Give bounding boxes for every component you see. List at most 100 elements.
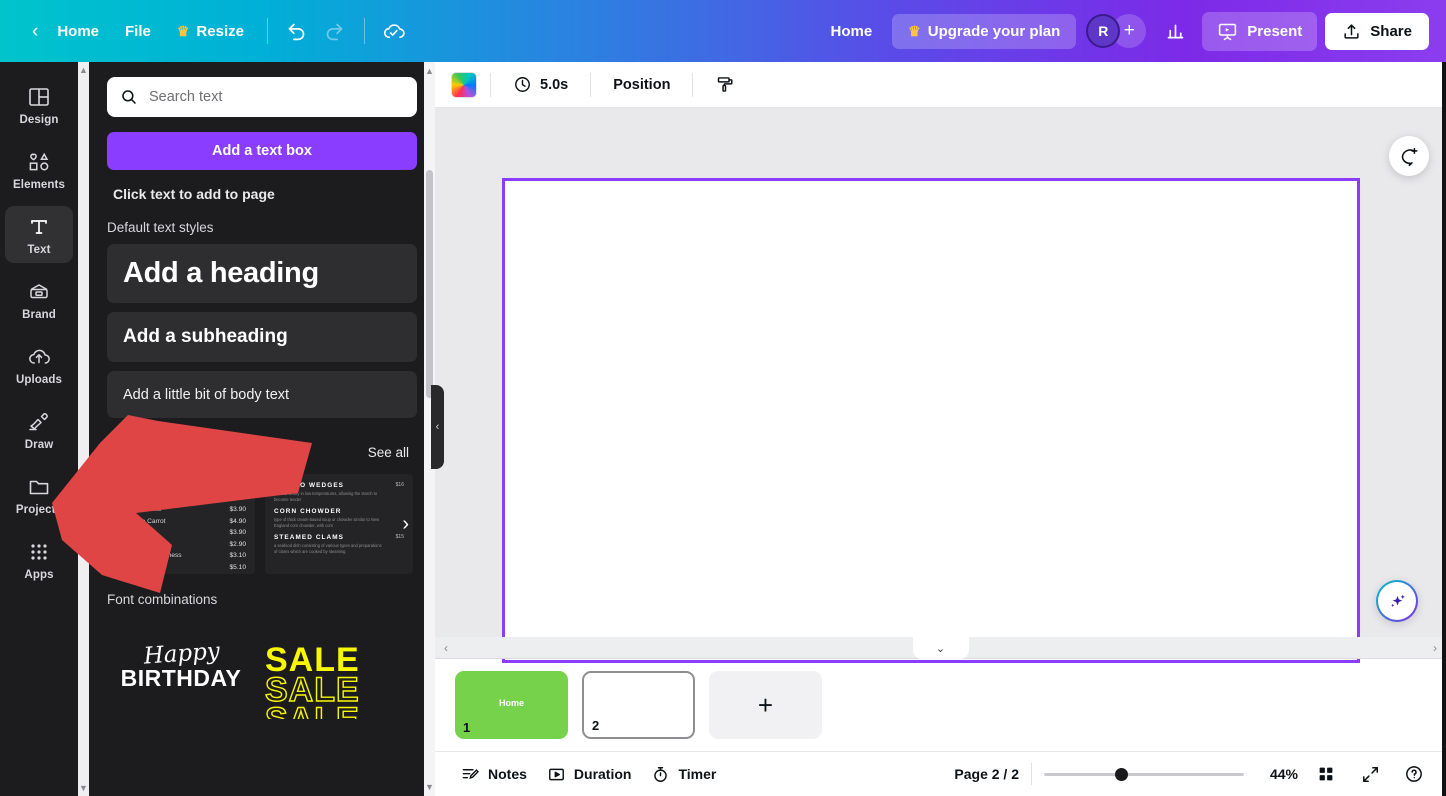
grid-view-button[interactable] [1310, 758, 1342, 790]
sidebar-item-draw[interactable]: Draw [5, 401, 73, 458]
font-combo-sale-line1: SALE [265, 641, 360, 679]
sidebar-label-draw: Draw [24, 439, 54, 451]
chevron-right-icon[interactable]: › [402, 514, 409, 534]
sidebar-label-design: Design [19, 114, 59, 126]
play-box-icon [548, 768, 564, 780]
page-thumbnail-2[interactable]: 2 [582, 671, 695, 739]
notes-label: Notes [488, 766, 527, 782]
font-combo-birthday[interactable]: Happy BIRTHDAY [107, 619, 255, 719]
page-thumbnail-strip: Home 1 2 + [435, 659, 1446, 751]
file-menu-button[interactable]: File [112, 16, 164, 47]
duration-bottom-button[interactable]: Duration [537, 759, 642, 790]
chevron-left-icon: ‹ [435, 421, 440, 433]
brand-wallet-icon [30, 284, 48, 299]
crown-icon: ♛ [176, 23, 190, 39]
thumb2-name: STEAMED CLAMS [274, 534, 345, 541]
template-thumbnail-bestsellers[interactable]: BEST-SELLERS Pineapple Lime $3.90 Pineapp… [107, 474, 255, 574]
add-page-button[interactable]: + [709, 671, 822, 739]
page-strip-collapse-tab[interactable]: ⌄ [912, 637, 969, 659]
duration-button[interactable]: 5.0s [504, 69, 577, 100]
sidebar-item-text[interactable]: Text [5, 206, 73, 263]
resize-menu-button[interactable]: ♛ Resize [164, 16, 257, 47]
rail-scroll-down-icon[interactable]: ▼ [79, 783, 88, 793]
style-card-heading[interactable]: Add a heading [107, 244, 417, 303]
style-label-body: Add a little bit of body text [123, 386, 290, 403]
rainbow-color-swatch[interactable] [451, 71, 477, 98]
page-prev-icon[interactable]: ‹ [444, 641, 448, 655]
shapes-icon [29, 152, 49, 171]
page-next-icon[interactable]: › [1433, 641, 1437, 655]
search-box[interactable] [107, 77, 417, 117]
panel-scroll-up-icon[interactable]: ▲ [424, 66, 435, 76]
fullscreen-button[interactable] [1354, 758, 1386, 790]
font-combinations-title: Font combinations [107, 592, 218, 607]
upgrade-plan-button[interactable]: ♛ Upgrade your plan [892, 13, 1077, 49]
share-button[interactable]: Share [1325, 12, 1429, 50]
thumb-item-price: $3.90 [229, 506, 246, 513]
style-card-body[interactable]: Add a little bit of body text [107, 371, 417, 418]
add-text-box-button[interactable]: Add a text box [107, 132, 417, 170]
add-comment-button[interactable] [1389, 136, 1429, 176]
magic-assistant-button[interactable] [1376, 580, 1418, 622]
canvas-toolbar-divider-3 [692, 72, 694, 97]
thumb2-desc: type of thick cream-based soup or chowde… [274, 517, 380, 528]
panel-scroll-down-icon[interactable]: ▼ [424, 782, 435, 792]
thumb-menu-line: Orange Carrot $2.90 [116, 539, 246, 551]
editor-area: 5.0s Position ‹ ⌄ › Home 1 2 + Notes Dur… [435, 62, 1446, 796]
apps-dots-icon [31, 544, 47, 560]
home-right-button[interactable]: Home [818, 16, 884, 47]
design-canvas[interactable] [502, 178, 1360, 663]
style-label-heading: Add a heading [123, 257, 319, 289]
layout-grid-icon [29, 88, 49, 106]
text-panel-content: Add a text box Click text to add to page… [89, 62, 435, 719]
undo-icon[interactable] [278, 12, 316, 50]
present-label: Present [1247, 22, 1303, 40]
thumb-item-price: $3.10 [229, 552, 246, 560]
font-combo-sale[interactable]: SALE SALE SALE [265, 619, 413, 719]
zoom-slider[interactable] [1044, 765, 1244, 783]
sidebar-item-apps[interactable]: Apps [5, 531, 73, 588]
avatar[interactable]: R [1086, 14, 1121, 48]
thumb-menu-line: Apple Carrot Madness $3.10 [116, 550, 246, 562]
thumb2-head: POTATO WEDGES $16 [274, 482, 404, 489]
default-styles-title: Default text styles [107, 220, 214, 235]
home-menu-button[interactable]: Home [44, 16, 112, 47]
add-comment-icon [1401, 147, 1417, 166]
text-t-icon [31, 220, 47, 234]
recently-used-title: Recently used [107, 445, 193, 460]
template-thumbnail-appetizers[interactable]: POTATO WEDGES $16 cooked slowly in low t… [265, 474, 413, 574]
rail-scrollbar[interactable]: ▲ ▼ [78, 62, 89, 796]
duration-bottom-label: Duration [573, 766, 632, 782]
timer-button[interactable]: Timer [641, 759, 726, 790]
see-all-button[interactable]: See all [360, 441, 417, 464]
present-button[interactable]: Present [1202, 11, 1318, 51]
resize-menu-label: Resize [196, 22, 244, 40]
bar-chart-icon[interactable] [1156, 12, 1194, 50]
help-circle-icon [1406, 766, 1422, 782]
sidebar-label-projects: Projects [15, 504, 63, 516]
zoom-level-label: 44% [1269, 766, 1298, 782]
style-card-subheading[interactable]: Add a subheading [107, 312, 417, 362]
sidebar-item-elements[interactable]: Elements [5, 141, 73, 198]
zoom-slider-knob[interactable] [1115, 767, 1128, 781]
cloud-check-icon[interactable] [375, 12, 413, 50]
redo-icon[interactable] [316, 12, 354, 50]
sidebar-item-brand[interactable]: Brand [5, 271, 73, 328]
sidebar-item-uploads[interactable]: Uploads [5, 336, 73, 393]
back-chevron-icon[interactable]: ‹ [28, 18, 44, 45]
bottom-bar-right-group: Page 2 / 2 44% [954, 758, 1430, 790]
rail-scroll-up-icon[interactable]: ▲ [79, 65, 88, 75]
sidebar-item-design[interactable]: Design [5, 76, 73, 133]
help-button[interactable] [1398, 758, 1430, 790]
position-button[interactable]: Position [604, 71, 679, 99]
style-copy-button[interactable] [706, 68, 745, 101]
panel-scroll-thumb[interactable] [426, 170, 433, 398]
panel-collapse-handle[interactable]: ‹ [431, 385, 444, 469]
thumb2-name: CORN CHOWDER [274, 508, 342, 515]
search-input[interactable] [149, 89, 404, 105]
sidebar-item-projects[interactable]: Projects [5, 466, 73, 523]
notes-button[interactable]: Notes [451, 759, 537, 790]
thumb2-head: CORN CHOWDER [274, 508, 404, 515]
page-thumbnail-1[interactable]: Home 1 [455, 671, 568, 739]
thumb-rule [116, 498, 246, 499]
